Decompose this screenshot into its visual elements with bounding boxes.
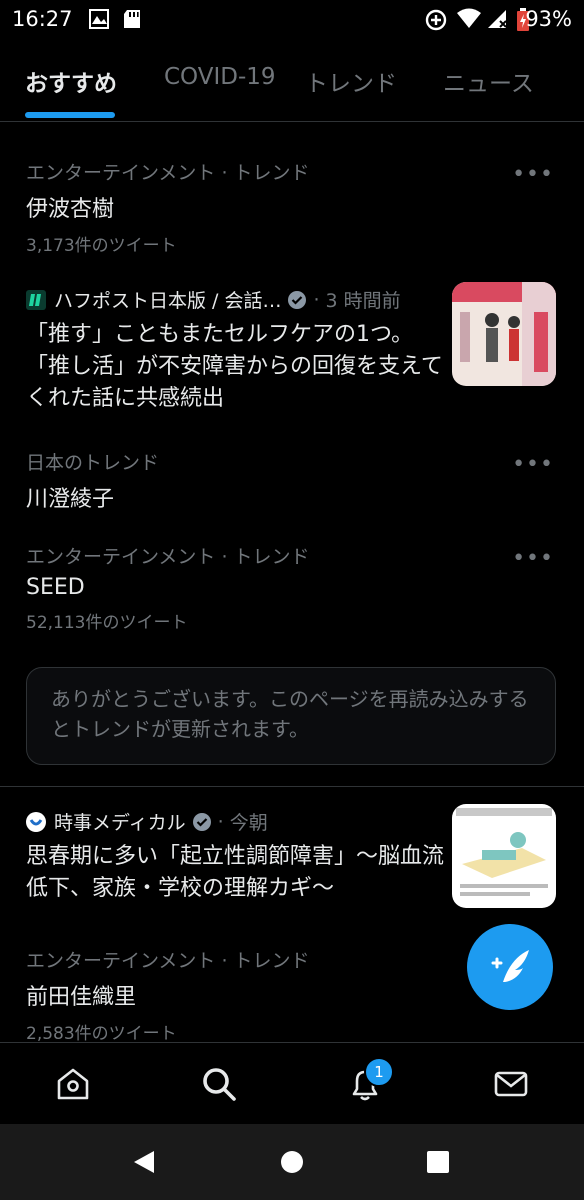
search-icon[interactable] [200,1065,238,1103]
trend-name: 伊波杏樹 [26,197,115,222]
system-navigation-bar [0,1124,584,1200]
trend-category: エンターテインメント · トレンド [26,546,310,568]
trend-category: 日本のトレンド [26,452,160,474]
news-thumbnail[interactable] [452,282,556,386]
active-tab-indicator [25,112,115,118]
news-source-line: ハフポスト日本版 / 会話… · 3 時間前 [26,286,446,313]
trend-tweet-count: 2,583件のツイート [26,1024,177,1042]
verified-badge-icon [287,290,307,310]
trend-item[interactable]: 日本のトレンド 川澄綾子 [26,448,159,513]
news-source: ハフポスト日本版 / 会話… [54,290,282,312]
more-options-button[interactable]: ••• [512,546,554,571]
wifi-icon [456,8,482,35]
compose-feather-icon [491,950,529,982]
trend-name: 川澄綾子 [26,487,115,512]
trend-name: 前田佳織里 [26,985,137,1010]
news-headline: 思春期に多い「起立性調節障害」～脳血流低下、家族・学校の理解カギ～ [26,844,445,901]
trend-tweet-count: 3,173件のツイート [26,236,177,256]
separator-dot: · [217,810,224,833]
explore-feed[interactable]: エンターテインメント · トレンド 伊波杏樹 3,173件のツイート ••• ハ… [0,122,584,1042]
gallery-notification-icon [88,8,110,35]
refresh-notice: ありがとうございます。このページを再読み込みするとトレンドが更新されます。 [26,667,556,765]
home-icon[interactable] [54,1065,92,1103]
explore-tabs: おすすめ COVID-19 トレンド ニュース [0,38,584,122]
status-bar: 16:27 93% [0,0,584,38]
jiji-medical-logo-icon [26,811,46,832]
news-headline: 「推す」こともまたセルフケアの1つ。「推し活」が不安障害からの回復を支えてくれた… [26,322,443,411]
news-time: 今朝 [229,812,268,834]
back-icon[interactable] [130,1148,158,1180]
tab-trends[interactable]: トレンド [305,64,397,98]
verified-badge-icon [192,812,212,832]
tab-covid-19[interactable]: COVID-19 [164,64,276,90]
tab-news[interactable]: ニュース [443,64,534,98]
signal-icon [486,8,508,35]
compose-tweet-button[interactable] [467,924,553,1010]
trend-name: SEED [26,575,85,600]
trend-item[interactable]: エンターテインメント · トレンド 前田佳織里 2,583件のツイート [26,946,310,1042]
news-item[interactable]: ハフポスト日本版 / 会話… · 3 時間前 「推す」こともまたセルフケアの1つ… [26,286,446,415]
more-options-button[interactable]: ••• [512,162,554,187]
news-time: 3 時間前 [325,290,401,312]
trend-item[interactable]: エンターテインメント · トレンド SEED 52,113件のツイート [26,542,310,633]
data-saver-icon [424,8,448,37]
messages-mail-icon[interactable] [492,1065,530,1103]
divider [0,786,584,787]
recents-square-icon[interactable] [426,1150,450,1178]
news-item[interactable]: 時事メディカル · 今朝 思春期に多い「起立性調節障害」～脳血流低下、家族・学校… [26,808,446,905]
trend-category: エンターテインメント · トレンド [26,162,310,184]
news-thumbnail[interactable] [452,804,556,908]
news-source: 時事メディカル [54,812,186,834]
bottom-navigation: 1 [0,1042,584,1125]
tab-recommended[interactable]: おすすめ [25,64,117,98]
trend-tweet-count: 52,113件のツイート [26,613,188,633]
trend-category: エンターテインメント · トレンド [26,950,310,972]
trend-item[interactable]: エンターテインメント · トレンド 伊波杏樹 3,173件のツイート [26,158,310,256]
sd-card-icon [122,8,142,35]
battery-percent: 93% [525,7,572,31]
huffpost-logo-icon [26,289,46,310]
separator-dot: · [313,288,320,311]
news-source-line: 時事メディカル · 今朝 [26,808,446,835]
home-circle-icon[interactable] [280,1150,304,1178]
status-time: 16:27 [12,7,73,31]
notification-count-badge: 1 [364,1057,394,1087]
more-options-button[interactable]: ••• [512,452,554,477]
